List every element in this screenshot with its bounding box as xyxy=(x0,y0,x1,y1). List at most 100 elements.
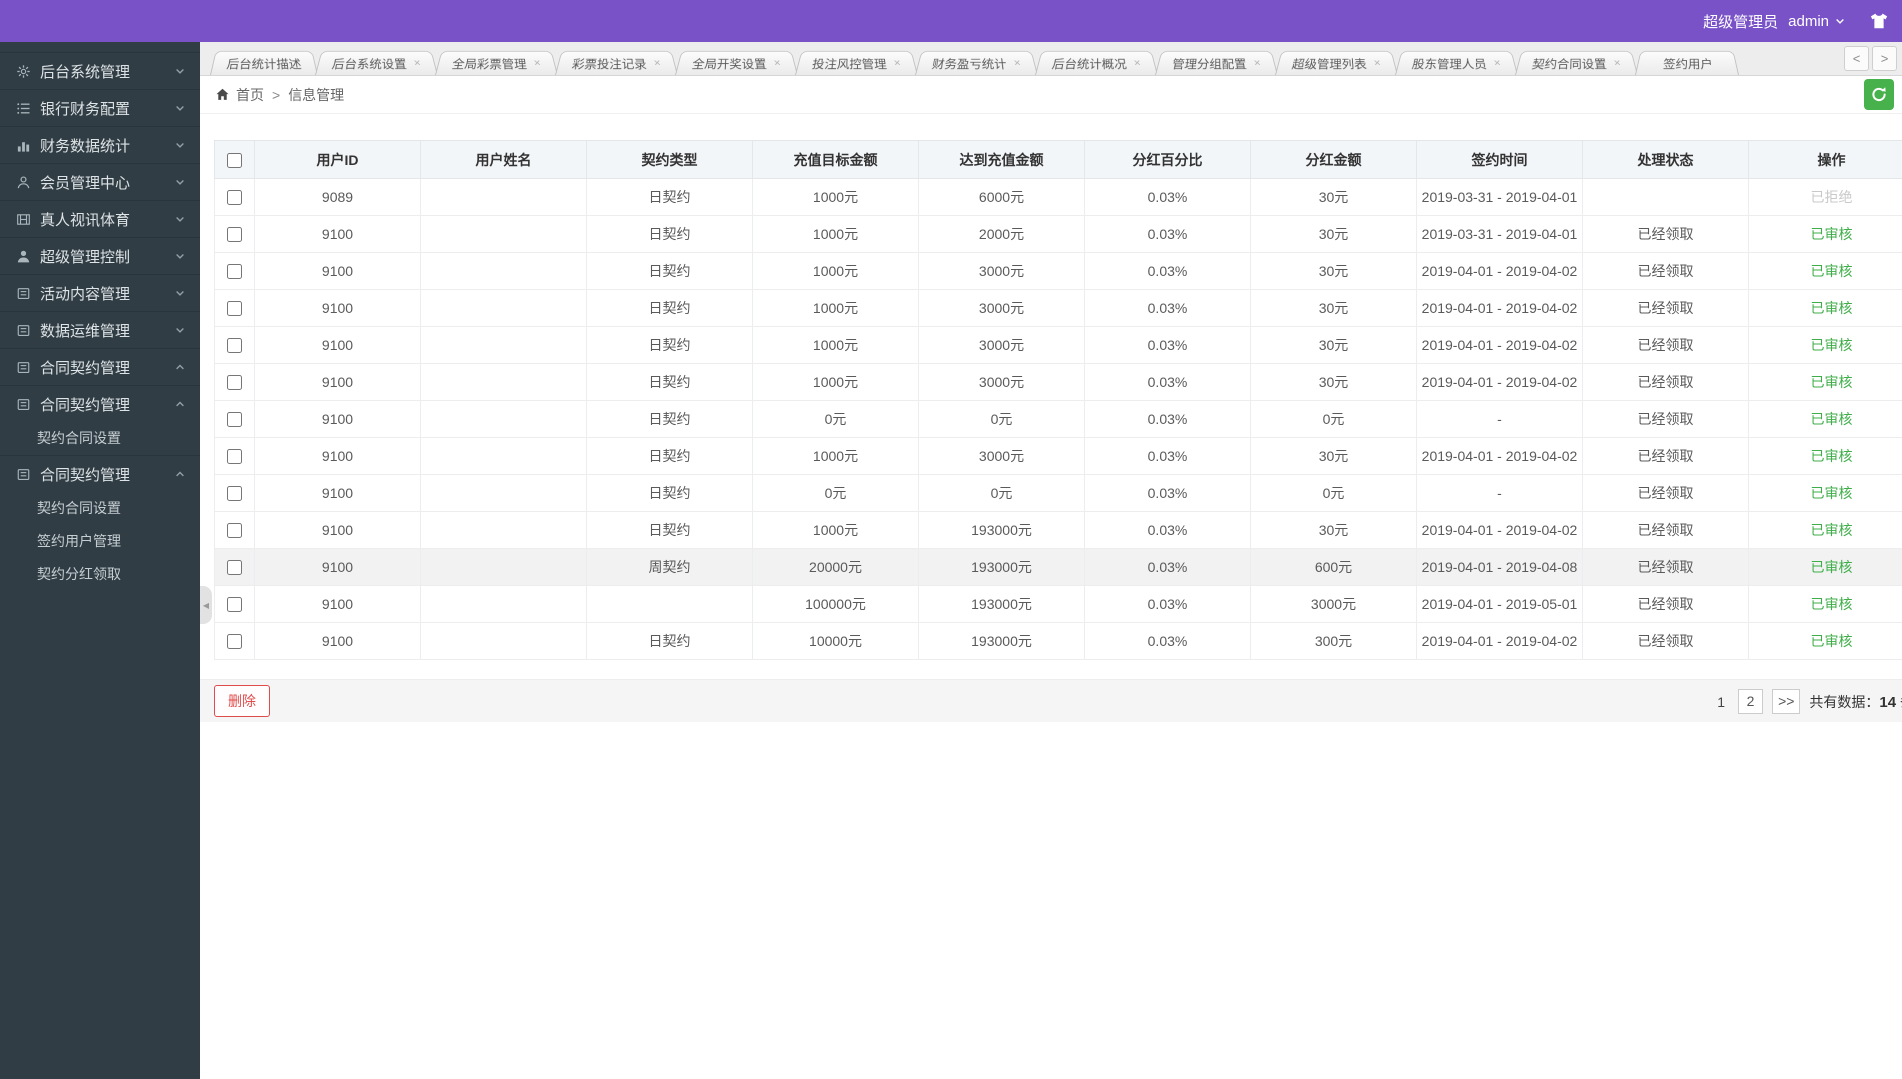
tab[interactable]: 管理分组配置 × xyxy=(1155,50,1279,75)
sidebar-item[interactable]: 超级管理控制 xyxy=(0,237,200,274)
close-icon[interactable]: × xyxy=(653,57,662,70)
close-icon[interactable]: × xyxy=(773,57,782,70)
cell-reached-amount: 193000元 xyxy=(918,511,1085,549)
sidebar-item[interactable]: 合同契约管理 xyxy=(0,455,200,492)
username: admin xyxy=(1788,12,1829,30)
tab[interactable]: 契约合同设置 × xyxy=(1515,50,1639,75)
cell-user-name xyxy=(420,178,587,216)
chevron-down-icon xyxy=(174,176,186,188)
tab[interactable]: 全局开奖设置 × xyxy=(675,50,799,75)
close-icon[interactable]: × xyxy=(1133,57,1142,70)
action-link[interactable]: 已审核 xyxy=(1811,300,1853,316)
tab[interactable]: 彩票投注记录 × xyxy=(555,50,679,75)
row-checkbox[interactable] xyxy=(227,523,242,539)
delete-button[interactable]: 删除 xyxy=(214,685,270,717)
cell-target-amount: 100000元 xyxy=(752,585,919,623)
tshirt-icon[interactable] xyxy=(1868,11,1890,31)
row-checkbox[interactable] xyxy=(227,486,242,502)
close-icon[interactable]: × xyxy=(1493,57,1502,70)
page-number-2[interactable]: 2 xyxy=(1738,689,1764,714)
row-checkbox[interactable] xyxy=(227,190,242,206)
cell-reached-amount: 3000元 xyxy=(918,326,1085,364)
tab[interactable]: 后台统计描述 xyxy=(210,50,319,75)
sidebar-subitem[interactable]: 契约合同设置 xyxy=(0,422,200,455)
tab[interactable]: 超级管理列表 × xyxy=(1275,50,1399,75)
breadcrumb-home[interactable]: 首页 xyxy=(236,85,264,105)
action-link[interactable]: 已审核 xyxy=(1811,226,1853,242)
cell-contract-type: 日契约 xyxy=(586,326,753,364)
page-forward-button[interactable]: >> xyxy=(1772,689,1801,714)
cell-dividend-amount: 30元 xyxy=(1250,437,1417,475)
row-checkbox[interactable] xyxy=(227,634,242,650)
close-icon[interactable]: × xyxy=(893,57,902,70)
close-icon[interactable]: × xyxy=(1253,57,1262,70)
row-checkbox[interactable] xyxy=(227,264,242,280)
list-icon xyxy=(16,101,31,116)
close-icon[interactable]: × xyxy=(1373,57,1382,70)
action-link[interactable]: 已审核 xyxy=(1811,633,1853,649)
tab[interactable]: 全局彩票管理 × xyxy=(435,50,559,75)
tab[interactable]: 股东管理人员 × xyxy=(1395,50,1519,75)
row-checkbox[interactable] xyxy=(227,301,242,317)
tab[interactable]: 投注风控管理 × xyxy=(795,50,919,75)
close-icon[interactable]: × xyxy=(533,57,542,70)
action-link[interactable]: 已审核 xyxy=(1811,559,1853,575)
cell-sign-period: - xyxy=(1416,400,1583,438)
cell-reached-amount: 3000元 xyxy=(918,437,1085,475)
tabs-scroll-right-button[interactable]: > xyxy=(1872,46,1897,71)
sidebar-item[interactable]: 真人视讯体育 xyxy=(0,200,200,237)
table-row: 9100 100000元 193000元 0.03% 3000元 2019-04-01 -… xyxy=(214,585,1902,623)
action-link[interactable]: 已审核 xyxy=(1811,337,1853,353)
row-checkbox[interactable] xyxy=(227,227,242,243)
sidebar-item[interactable]: 银行财务配置 xyxy=(0,89,200,126)
row-checkbox[interactable] xyxy=(227,597,242,613)
sidebar-item[interactable]: 会员管理中心 xyxy=(0,163,200,200)
action-link[interactable]: 已审核 xyxy=(1811,596,1853,612)
refresh-button[interactable] xyxy=(1864,79,1894,110)
tabs-scroll-left-button[interactable]: < xyxy=(1844,46,1869,71)
table-row: 9100 日契约 1000元 193000元 0.03% 30元 2019-04-01 - … xyxy=(214,511,1902,549)
select-all-checkbox[interactable] xyxy=(227,152,242,168)
chevron-down-icon xyxy=(174,213,186,225)
tab[interactable]: 后台统计概况 × xyxy=(1035,50,1159,75)
cell-dividend-amount: 30元 xyxy=(1250,363,1417,401)
sidebar-item[interactable]: 财务数据统计 xyxy=(0,126,200,163)
tab[interactable]: 财务盈亏统计 × xyxy=(915,50,1039,75)
refresh-icon xyxy=(1870,85,1888,104)
sidebar-item[interactable]: 合同契约管理 xyxy=(0,348,200,385)
close-icon[interactable]: × xyxy=(1613,57,1622,70)
action-link[interactable]: 已审核 xyxy=(1811,263,1853,279)
action-link[interactable]: 已审核 xyxy=(1811,485,1853,501)
row-checkbox[interactable] xyxy=(227,560,242,576)
cell-user-name xyxy=(420,400,587,438)
tab[interactable]: 后台系统设置 × xyxy=(315,50,439,75)
sidebar-item[interactable]: 数据运维管理 xyxy=(0,311,200,348)
row-checkbox[interactable] xyxy=(227,449,242,465)
cell-reached-amount: 0元 xyxy=(918,400,1085,438)
sidebar-item[interactable]: 活动内容管理 xyxy=(0,274,200,311)
cell-action: 已审核 xyxy=(1748,363,1902,401)
close-icon[interactable]: × xyxy=(1013,57,1022,70)
row-checkbox[interactable] xyxy=(227,375,242,391)
action-link[interactable]: 已审核 xyxy=(1811,411,1853,427)
close-icon[interactable]: × xyxy=(413,57,422,70)
sidebar-subitem[interactable]: 契约合同设置 xyxy=(0,492,200,525)
cell-target-amount: 1000元 xyxy=(752,252,919,290)
action-link[interactable]: 已审核 xyxy=(1811,374,1853,390)
cell-reached-amount: 193000元 xyxy=(918,585,1085,623)
user-menu[interactable]: admin xyxy=(1788,13,1846,30)
row-checkbox[interactable] xyxy=(227,412,242,428)
tab[interactable]: 签约用户管理 xyxy=(1635,50,1740,75)
cell-user-id: 9100 xyxy=(254,437,421,475)
cell-process-status: 已经领取 xyxy=(1582,215,1749,253)
sidebar-collapse-handle[interactable]: ◀ xyxy=(200,586,212,624)
sidebar-item[interactable]: 合同契约管理 xyxy=(0,385,200,422)
action-link[interactable]: 已审核 xyxy=(1811,448,1853,464)
row-checkbox[interactable] xyxy=(227,338,242,354)
action-link[interactable]: 已审核 xyxy=(1811,522,1853,538)
sidebar-subitem[interactable]: 契约分红领取 xyxy=(0,558,200,591)
sidebar-item[interactable]: 后台系统管理 xyxy=(0,52,200,89)
page-number-current[interactable]: 1 xyxy=(1713,694,1729,710)
cell-target-amount: 10000元 xyxy=(752,622,919,660)
sidebar-subitem[interactable]: 签约用户管理 xyxy=(0,525,200,558)
